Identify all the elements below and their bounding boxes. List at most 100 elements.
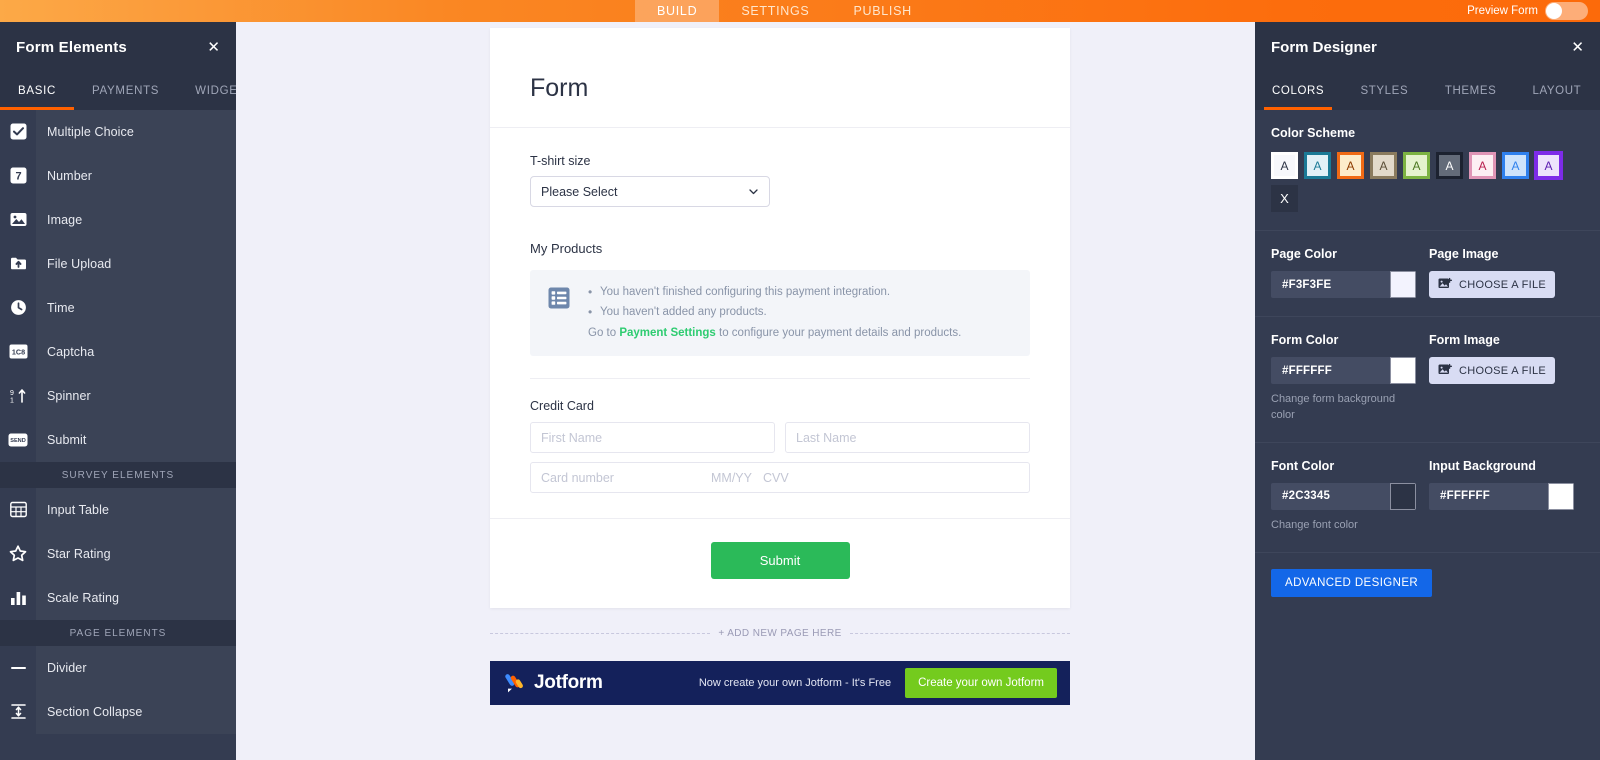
footer-text-after: to configure your payment details and pr… [715, 326, 962, 339]
color-scheme-swatch-9[interactable]: A [1534, 151, 1563, 180]
tab-themes[interactable]: THEMES [1428, 72, 1514, 110]
field-my-products[interactable]: My Products • You haven't finished confi… [530, 241, 1030, 357]
tab-colors[interactable]: COLORS [1255, 72, 1341, 110]
tab-settings[interactable]: SETTINGS [719, 0, 831, 22]
card-number-placeholders: Card number MM/YY CVV [541, 471, 1019, 485]
element-item-spinner[interactable]: 91 Spinner [0, 373, 236, 418]
page-color-label: Page Color [1271, 247, 1337, 261]
jotform-banner: Jotform Now create your own Jotform - It… [490, 661, 1070, 705]
input-placeholder: Last Name [796, 430, 857, 445]
element-label: Multiple Choice [47, 124, 134, 139]
notice-bullet: You haven't added any products. [588, 302, 961, 323]
input-background-chip[interactable] [1548, 482, 1574, 510]
element-item-file-upload[interactable]: File Upload [0, 241, 236, 286]
field-credit-card[interactable]: Credit Card First Name Last Name Card nu… [530, 378, 1030, 494]
element-item-time[interactable]: Time [0, 285, 236, 330]
element-label: Submit [47, 432, 87, 447]
form-color-hint: Change form background color [1271, 393, 1396, 421]
tab-styles[interactable]: STYLES [1341, 72, 1427, 110]
jotform-wordmark: Jotform [534, 672, 603, 693]
input-placeholder: First Name [541, 430, 603, 445]
footer-text-before: Go to [588, 326, 620, 339]
page-image-choose-file-button[interactable]: CHOOSE A FILE [1429, 271, 1555, 298]
element-item-number[interactable]: 7 Number [0, 153, 236, 198]
element-label: Time [47, 300, 75, 315]
form-header: Form [490, 28, 1070, 128]
color-scheme-swatch-8[interactable]: A [1502, 152, 1529, 179]
form-title[interactable]: Form [530, 74, 1030, 103]
color-scheme-swatch-2[interactable]: A [1304, 152, 1331, 179]
first-name-input[interactable]: First Name [530, 422, 775, 454]
image-file-icon [1438, 363, 1453, 379]
products-label: My Products [530, 241, 603, 256]
submit-button[interactable]: Submit [710, 542, 850, 580]
form-color-chip[interactable] [1390, 357, 1416, 384]
element-label: Scale Rating [47, 590, 120, 605]
payment-settings-link[interactable]: Payment Settings [619, 327, 716, 339]
font-color-label: Font Color [1271, 458, 1335, 473]
preview-form-toggle[interactable] [1545, 2, 1588, 20]
add-new-page-button[interactable]: + ADD NEW PAGE HERE [718, 628, 841, 639]
credit-card-number-row: Card number MM/YY CVV [530, 462, 1030, 494]
font-color-group: Font Color #2C3345 Change font color [1271, 459, 1416, 534]
close-icon[interactable]: ✕ [1571, 40, 1584, 55]
page-color-field[interactable]: #F3F3FE [1271, 271, 1416, 298]
element-item-scale-rating[interactable]: Scale Rating [0, 575, 236, 620]
color-scheme-swatch-3[interactable]: A [1337, 152, 1364, 179]
svg-text:1: 1 [10, 398, 14, 405]
advanced-designer-button[interactable]: ADVANCED DESIGNER [1271, 568, 1433, 597]
color-scheme-swatch-1[interactable]: A [1271, 152, 1298, 179]
tab-payments[interactable]: PAYMENTS [74, 72, 177, 110]
element-item-submit[interactable]: SEND Submit [0, 417, 236, 462]
element-item-multiple-choice[interactable]: Multiple Choice [0, 109, 236, 154]
close-icon[interactable]: ✕ [207, 40, 220, 55]
page-color-chip[interactable] [1390, 271, 1416, 298]
tab-layout[interactable]: LAYOUT [1514, 72, 1600, 110]
font-color-field[interactable]: #2C3345 [1271, 482, 1416, 510]
font-color-chip[interactable] [1390, 482, 1416, 510]
form-fields: T-shirt size Please Select My Products •… [490, 128, 1070, 494]
element-item-image[interactable]: Image [0, 197, 236, 242]
expiry-placeholder: MM/YY [711, 470, 752, 485]
table-icon [0, 487, 36, 532]
element-item-section-collapse[interactable]: Section Collapse [0, 689, 236, 734]
color-scheme-swatch-7[interactable]: A [1469, 152, 1496, 179]
swatch-letter: A [1478, 158, 1487, 173]
form-elements-tabs: BASIC PAYMENTS WIDGETS [0, 72, 236, 110]
credit-card-name-row: First Name Last Name [530, 422, 1030, 454]
form-builder-app: BUILD SETTINGS PUBLISH Preview Form Form… [0, 0, 1600, 760]
swatch-letter: A [1280, 158, 1289, 173]
color-scheme-swatch-6[interactable]: A [1436, 152, 1463, 179]
color-scheme-swatch-4[interactable]: A [1370, 152, 1397, 179]
form-footer: Submit [490, 518, 1070, 608]
element-item-star-rating[interactable]: Star Rating [0, 531, 236, 576]
jotform-tagline: Now create your own Jotform - It's Free [698, 677, 892, 689]
form-designer-panel: Form Designer ✕ COLORS STYLES THEMES LAY… [1255, 22, 1600, 760]
field-tshirt-size[interactable]: T-shirt size Please Select [530, 154, 1030, 207]
form-color-field[interactable]: #FFFFFF [1271, 357, 1416, 384]
color-scheme-swatches: A A A A A A A A A X [1271, 151, 1584, 212]
tab-basic[interactable]: BASIC [0, 72, 75, 110]
element-label: Divider [47, 660, 87, 675]
input-background-field[interactable]: #FFFFFF [1429, 482, 1574, 510]
tab-build[interactable]: BUILD [635, 0, 720, 22]
tab-widgets[interactable]: WIDGETS [177, 72, 236, 110]
color-scheme-swatch-5[interactable]: A [1403, 152, 1430, 179]
color-scheme-clear-button[interactable]: X [1271, 185, 1298, 212]
form-color-section: Form Color #FFFFFF Change form backgroun… [1255, 317, 1600, 443]
form-image-choose-file-button[interactable]: CHOOSE A FILE [1429, 357, 1555, 384]
form-designer-tabs: COLORS STYLES THEMES LAYOUT [1255, 72, 1600, 110]
svg-text:9: 9 [10, 390, 14, 397]
element-item-divider[interactable]: Divider [0, 645, 236, 690]
last-name-input[interactable]: Last Name [785, 422, 1030, 454]
element-item-input-table[interactable]: Input Table [0, 487, 236, 532]
create-your-own-jotform-button[interactable]: Create your own Jotform [905, 668, 1057, 698]
card-number-input[interactable]: Card number MM/YY CVV [530, 462, 1030, 494]
element-item-captcha[interactable]: 1C8 Captcha [0, 329, 236, 374]
page-image-label: Page Image [1429, 247, 1499, 261]
page-image-group: Page Image CHOOSE A FILE [1429, 247, 1584, 298]
tab-publish[interactable]: PUBLISH [831, 0, 933, 22]
form-preview-card: Form T-shirt size Please Select My Produ… [490, 28, 1070, 609]
tshirt-size-select[interactable]: Please Select [530, 176, 770, 207]
preview-form-label: Preview Form [1467, 5, 1538, 17]
